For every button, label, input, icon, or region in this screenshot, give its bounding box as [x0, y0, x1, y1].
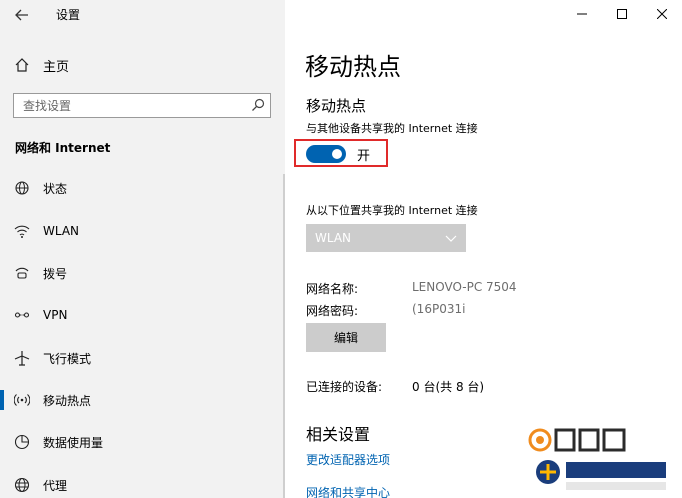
edit-button[interactable]: 编辑: [306, 323, 386, 352]
app-title: 设置: [56, 8, 81, 22]
search-icon[interactable]: [251, 98, 265, 112]
home-label: 主页: [43, 59, 70, 75]
maximize-icon: [617, 9, 627, 19]
network-name-label: 网络名称:: [306, 282, 359, 296]
sidebar-item-wlan[interactable]: WLAN: [0, 214, 285, 248]
adapter-options-link[interactable]: 更改适配器选项: [306, 451, 390, 468]
page-title: 移动热点: [305, 53, 401, 81]
sidebar-item-label: WLAN: [43, 224, 80, 238]
select-value: WLAN: [315, 231, 352, 245]
data-usage-icon: [13, 433, 31, 451]
sidebar-item-label: VPN: [43, 308, 68, 322]
globe-icon: [13, 476, 31, 494]
share-label: 与其他设备共享我的 Internet 连接: [306, 122, 478, 135]
chevron-down-icon: [445, 235, 457, 242]
connected-devices-value: 0 台(共 8 台): [412, 380, 485, 394]
maximize-button[interactable]: [602, 0, 642, 28]
related-settings-heading: 相关设置: [306, 425, 371, 444]
network-name-value: LENOVO-PC 7504: [412, 280, 517, 294]
dialup-icon: [13, 264, 31, 282]
sidebar-item-dialup[interactable]: 拨号: [0, 256, 285, 290]
status-globe-icon: [13, 179, 31, 197]
sidebar-item-label: 代理: [43, 478, 68, 493]
sidebar-item-airplane[interactable]: 飞行模式: [0, 341, 285, 375]
network-password-label: 网络密码:: [306, 304, 359, 318]
airplane-icon: [13, 349, 31, 367]
sidebar: 设置 主页 网络和 Internet 状态 WLAN 拨号: [0, 0, 285, 498]
close-icon: [657, 9, 667, 19]
share-from-label: 从以下位置共享我的 Internet 连接: [306, 204, 478, 217]
sidebar-item-vpn[interactable]: VPN: [0, 298, 285, 332]
network-sharing-center-link[interactable]: 网络和共享中心: [306, 484, 390, 498]
hotspot-icon: [13, 391, 31, 409]
close-button[interactable]: [642, 0, 682, 28]
connection-source-select[interactable]: WLAN: [306, 224, 466, 252]
section-heading: 网络和 Internet: [15, 141, 111, 155]
sidebar-item-label: 数据使用量: [43, 435, 104, 450]
search-input[interactable]: [14, 94, 234, 117]
sidebar-item-home[interactable]: 主页: [0, 52, 285, 78]
connected-devices-label: 已连接的设备:: [306, 380, 383, 394]
sidebar-item-hotspot[interactable]: 移动热点: [0, 383, 285, 417]
window-controls: [562, 0, 682, 28]
sidebar-item-proxy[interactable]: 代理: [0, 468, 285, 498]
section-title: 移动热点: [306, 97, 367, 115]
toggle-knob: [332, 149, 342, 159]
active-indicator: [0, 390, 4, 410]
search-box[interactable]: [13, 93, 271, 118]
back-arrow-icon: [15, 9, 28, 21]
sidebar-item-data-usage[interactable]: 数据使用量: [0, 425, 285, 459]
watermark-logo: [528, 428, 666, 490]
hotspot-toggle[interactable]: [306, 145, 346, 163]
sidebar-item-label: 状态: [43, 181, 68, 196]
sidebar-item-label: 飞行模式: [43, 351, 92, 366]
sidebar-item-label: 移动热点: [43, 393, 92, 408]
sidebar-item-status[interactable]: 状态: [0, 171, 285, 205]
back-button[interactable]: [8, 3, 36, 27]
minimize-icon: [577, 13, 587, 15]
wifi-icon: [13, 222, 31, 240]
vpn-icon: [13, 306, 31, 324]
minimize-button[interactable]: [562, 0, 602, 28]
home-icon: [14, 57, 30, 73]
network-password-value: (16P031i: [412, 302, 466, 316]
toggle-state-label: 开: [357, 149, 371, 164]
sidebar-item-label: 拨号: [43, 266, 68, 281]
